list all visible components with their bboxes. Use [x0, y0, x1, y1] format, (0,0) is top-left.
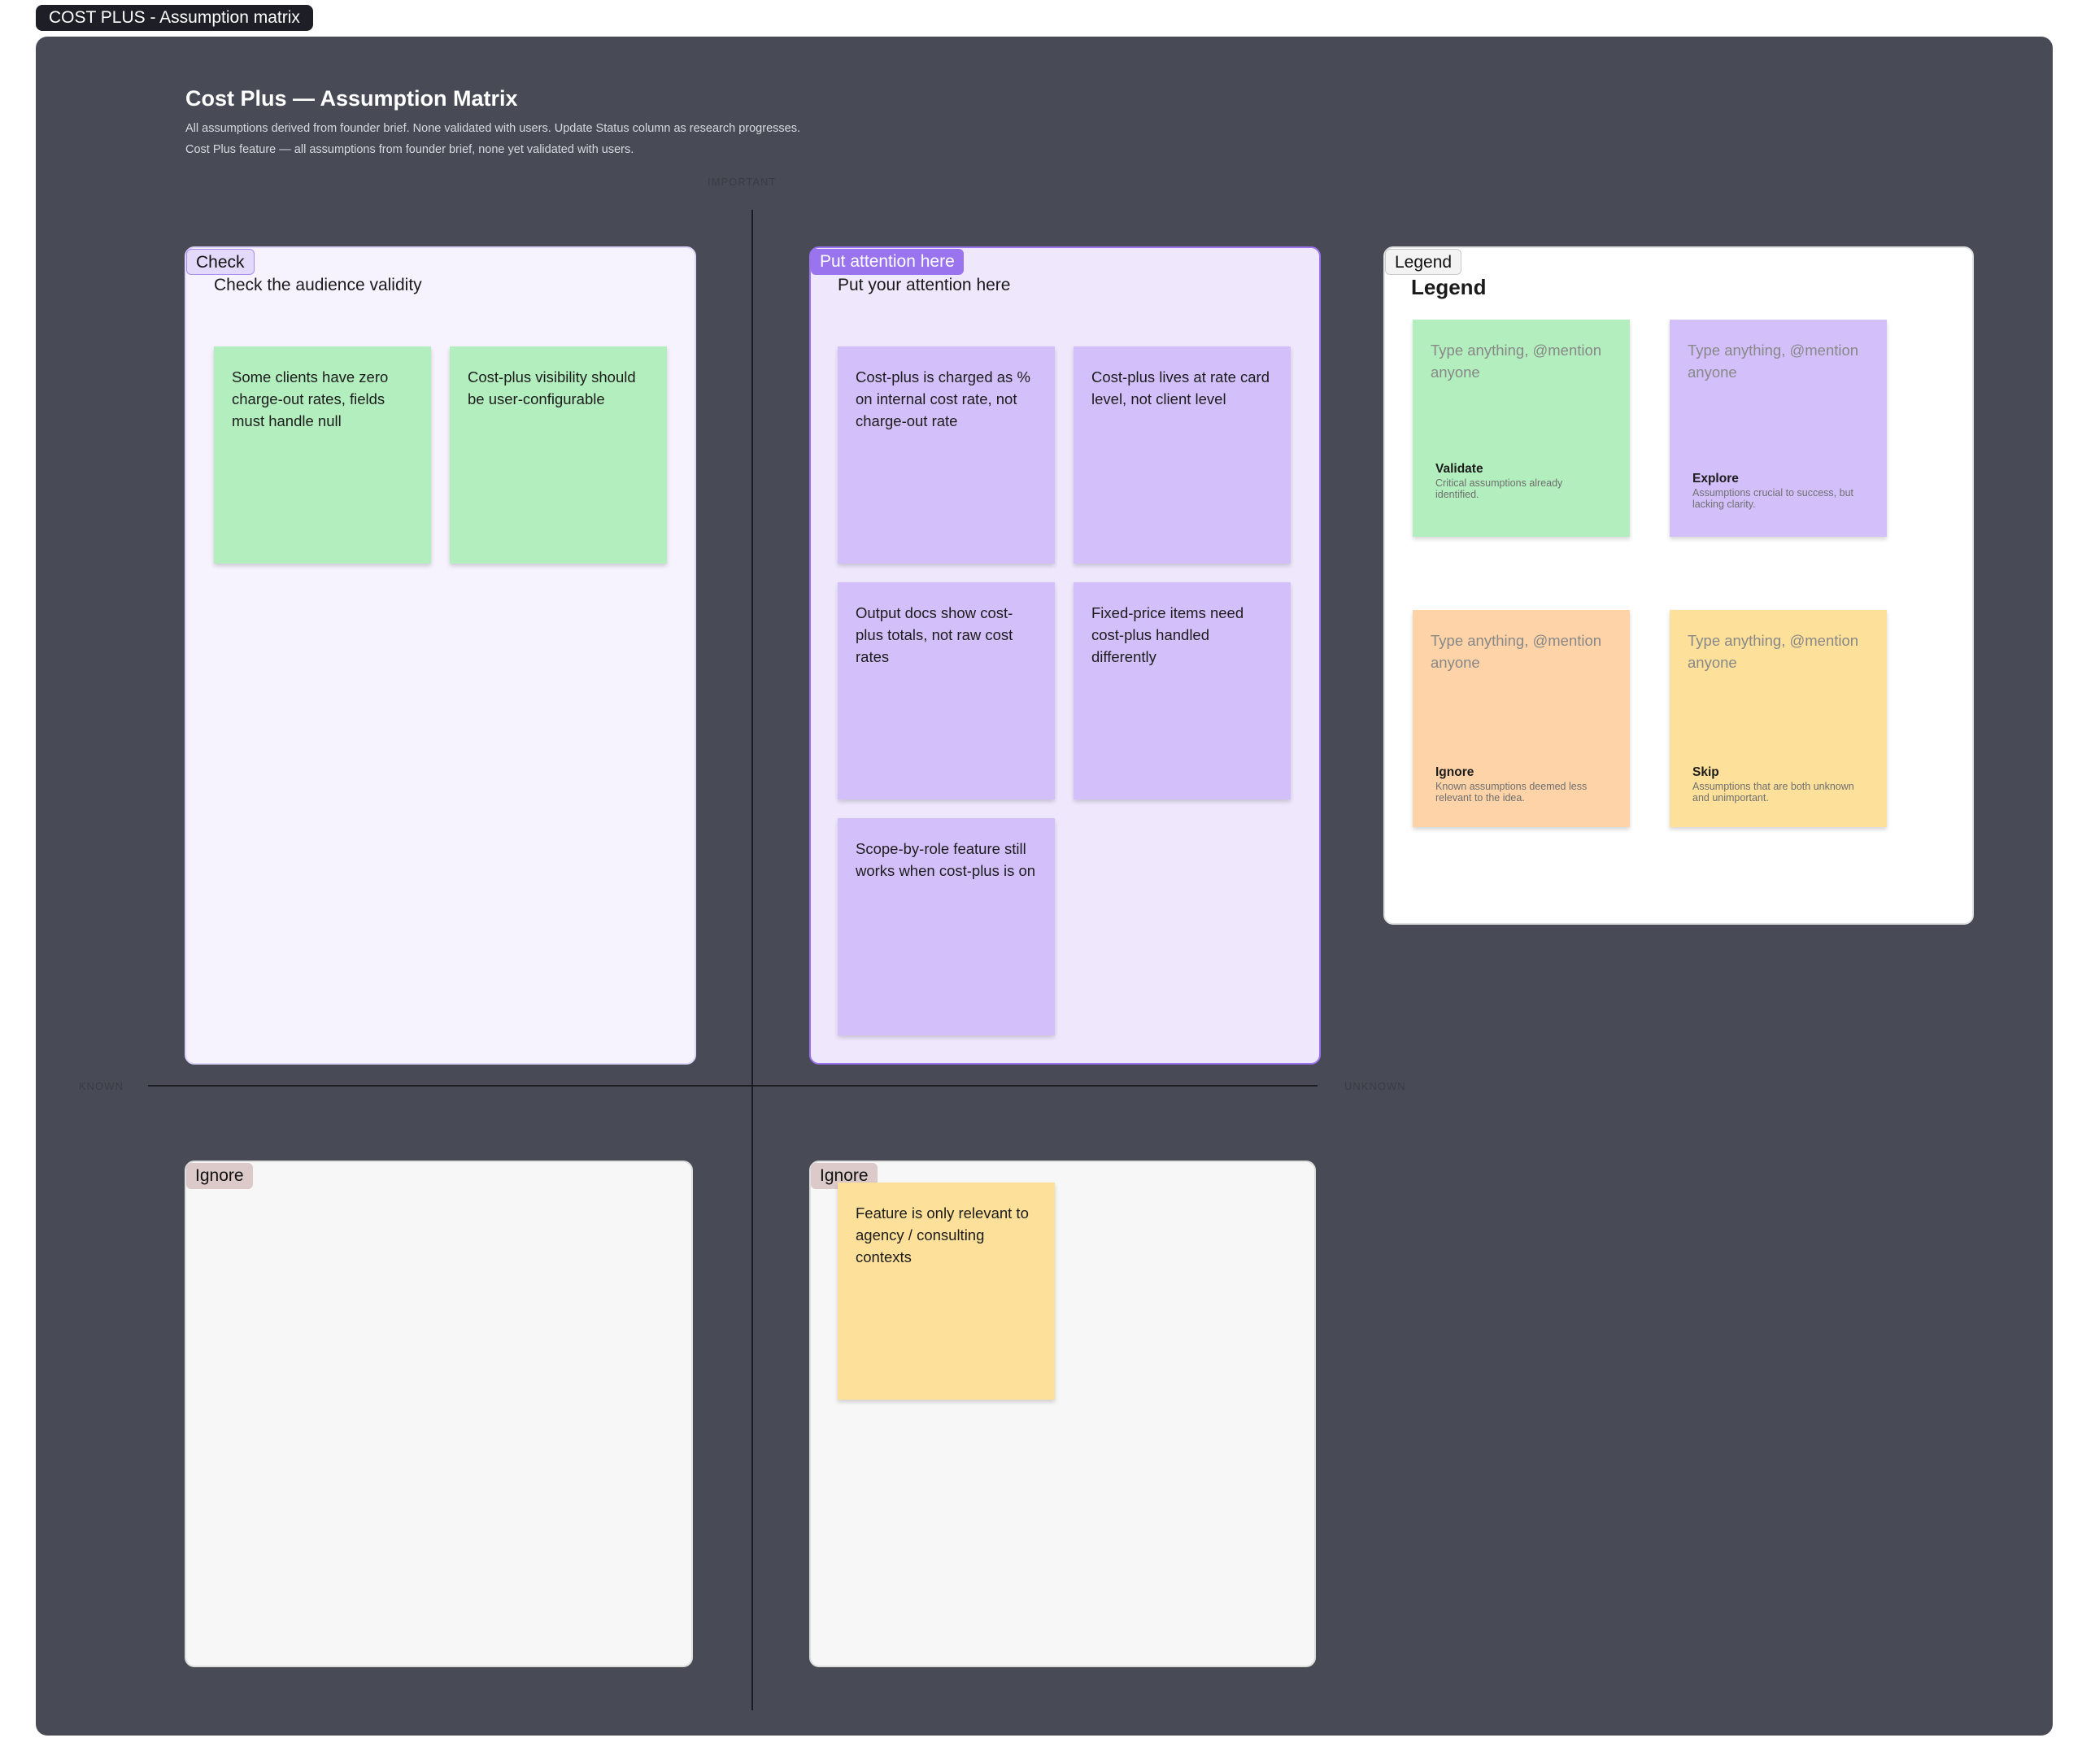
axis-label-unknown: UNKNOWN	[1344, 1080, 1406, 1092]
legend-description: Assumptions that are both unknown and un…	[1692, 781, 1854, 804]
board-subtitle-2[interactable]: Cost Plus feature — all assumptions from…	[185, 143, 634, 156]
note-placeholder: Type anything, @mention anyone	[1431, 342, 1602, 381]
legend-description: Assumptions crucial to success, but lack…	[1692, 487, 1853, 510]
sticky-note[interactable]: Output docs show cost-plus totals, not r…	[838, 582, 1055, 799]
legend-name: Skip	[1692, 765, 1719, 779]
sticky-note[interactable]: Some clients have zero charge-out rates,…	[214, 346, 431, 564]
frame-tag[interactable]: COST PLUS - Assumption matrix	[36, 5, 313, 31]
section-heading-attention[interactable]: Put your attention here	[838, 276, 1010, 295]
legend-description: Critical assumptions already identified.	[1435, 477, 1563, 500]
legend-description: Known assumptions deemed less relevant t…	[1435, 781, 1588, 804]
sticky-note[interactable]: Cost-plus lives at rate card level, not …	[1074, 346, 1291, 564]
legend-note-skip[interactable]: Type anything, @mention anyone Skip Assu…	[1670, 610, 1887, 827]
horizontal-axis-line[interactable]	[148, 1085, 1318, 1087]
legend-name: Validate	[1435, 462, 1483, 476]
section-tag-ignore-left[interactable]: Ignore	[186, 1163, 253, 1189]
legend-note-validate[interactable]: Type anything, @mention anyone Validate …	[1413, 320, 1630, 537]
sticky-note[interactable]: Cost-plus is charged as % on internal co…	[838, 346, 1055, 564]
sticky-note[interactable]: Feature is only relevant to agency / con…	[838, 1183, 1055, 1400]
legend-note-ignore[interactable]: Type anything, @mention anyone Ignore Kn…	[1413, 610, 1630, 827]
axis-label-important: IMPORTANT	[708, 176, 777, 188]
note-placeholder: Type anything, @mention anyone	[1431, 632, 1602, 671]
note-placeholder: Type anything, @mention anyone	[1688, 342, 1859, 381]
vertical-axis-line[interactable]	[751, 210, 753, 1710]
section-ignore-left[interactable]	[185, 1161, 693, 1667]
board-title[interactable]: Cost Plus — Assumption Matrix	[185, 86, 518, 111]
board-subtitle-1[interactable]: All assumptions derived from founder bri…	[185, 122, 800, 135]
section-tag-attention[interactable]: Put attention here	[811, 249, 964, 275]
legend-heading[interactable]: Legend	[1411, 275, 1486, 300]
axis-label-known: KNOWN	[79, 1080, 124, 1092]
section-heading-check[interactable]: Check the audience validity	[214, 276, 422, 295]
sticky-note[interactable]: Cost-plus visibility should be user-conf…	[450, 346, 667, 564]
section-tag-legend[interactable]: Legend	[1385, 249, 1462, 275]
legend-note-explore[interactable]: Type anything, @mention anyone Explore A…	[1670, 320, 1887, 537]
section-tag-check[interactable]: Check	[186, 249, 255, 275]
sticky-note[interactable]: Fixed-price items need cost-plus handled…	[1074, 582, 1291, 799]
sticky-note[interactable]: Scope-by-role feature still works when c…	[838, 818, 1055, 1035]
note-placeholder: Type anything, @mention anyone	[1688, 632, 1859, 671]
legend-name: Explore	[1692, 472, 1739, 486]
legend-name: Ignore	[1435, 765, 1474, 779]
